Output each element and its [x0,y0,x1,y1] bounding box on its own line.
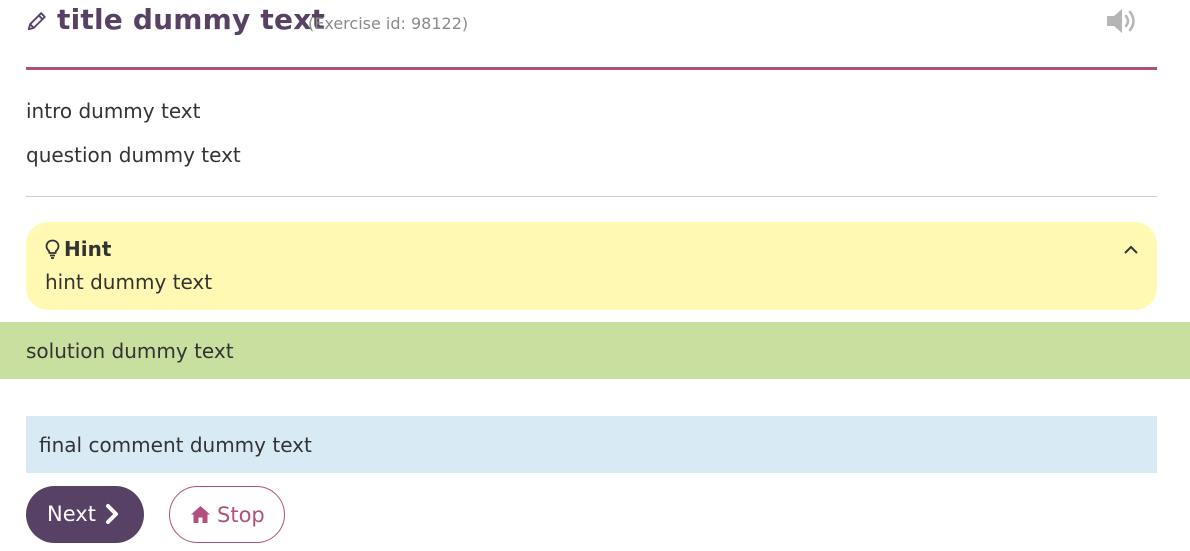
intro-text: intro dummy text [26,99,201,123]
final-comment-panel: final comment dummy text [26,416,1157,473]
home-icon [191,506,210,523]
exercise-header: title dummy text (Exercise id: 98122) [26,0,1157,70]
exercise-id: (Exercise id: 98122) [308,14,469,33]
question-text: question dummy text [26,143,241,167]
divider [26,196,1157,197]
chevron-right-icon [106,504,118,524]
solution-panel: solution dummy text [0,322,1190,379]
chevron-up-icon[interactable] [1123,244,1139,256]
next-button[interactable]: Next [26,486,144,543]
final-comment-text: final comment dummy text [39,433,312,457]
stop-button[interactable]: Stop [169,486,285,543]
exercise-page: title dummy text (Exercise id: 98122) in… [0,0,1190,551]
lightbulb-icon [45,239,60,259]
next-button-label: Next [47,502,96,526]
page-title: title dummy text [57,3,326,36]
hint-panel[interactable]: Hint hint dummy text [26,222,1157,310]
hint-text: hint dummy text [45,270,213,294]
volume-icon[interactable] [1106,6,1140,36]
stop-button-label: Stop [217,503,265,527]
pencil-icon [27,12,46,31]
hint-title: Hint [64,237,112,261]
solution-text: solution dummy text [26,339,234,363]
